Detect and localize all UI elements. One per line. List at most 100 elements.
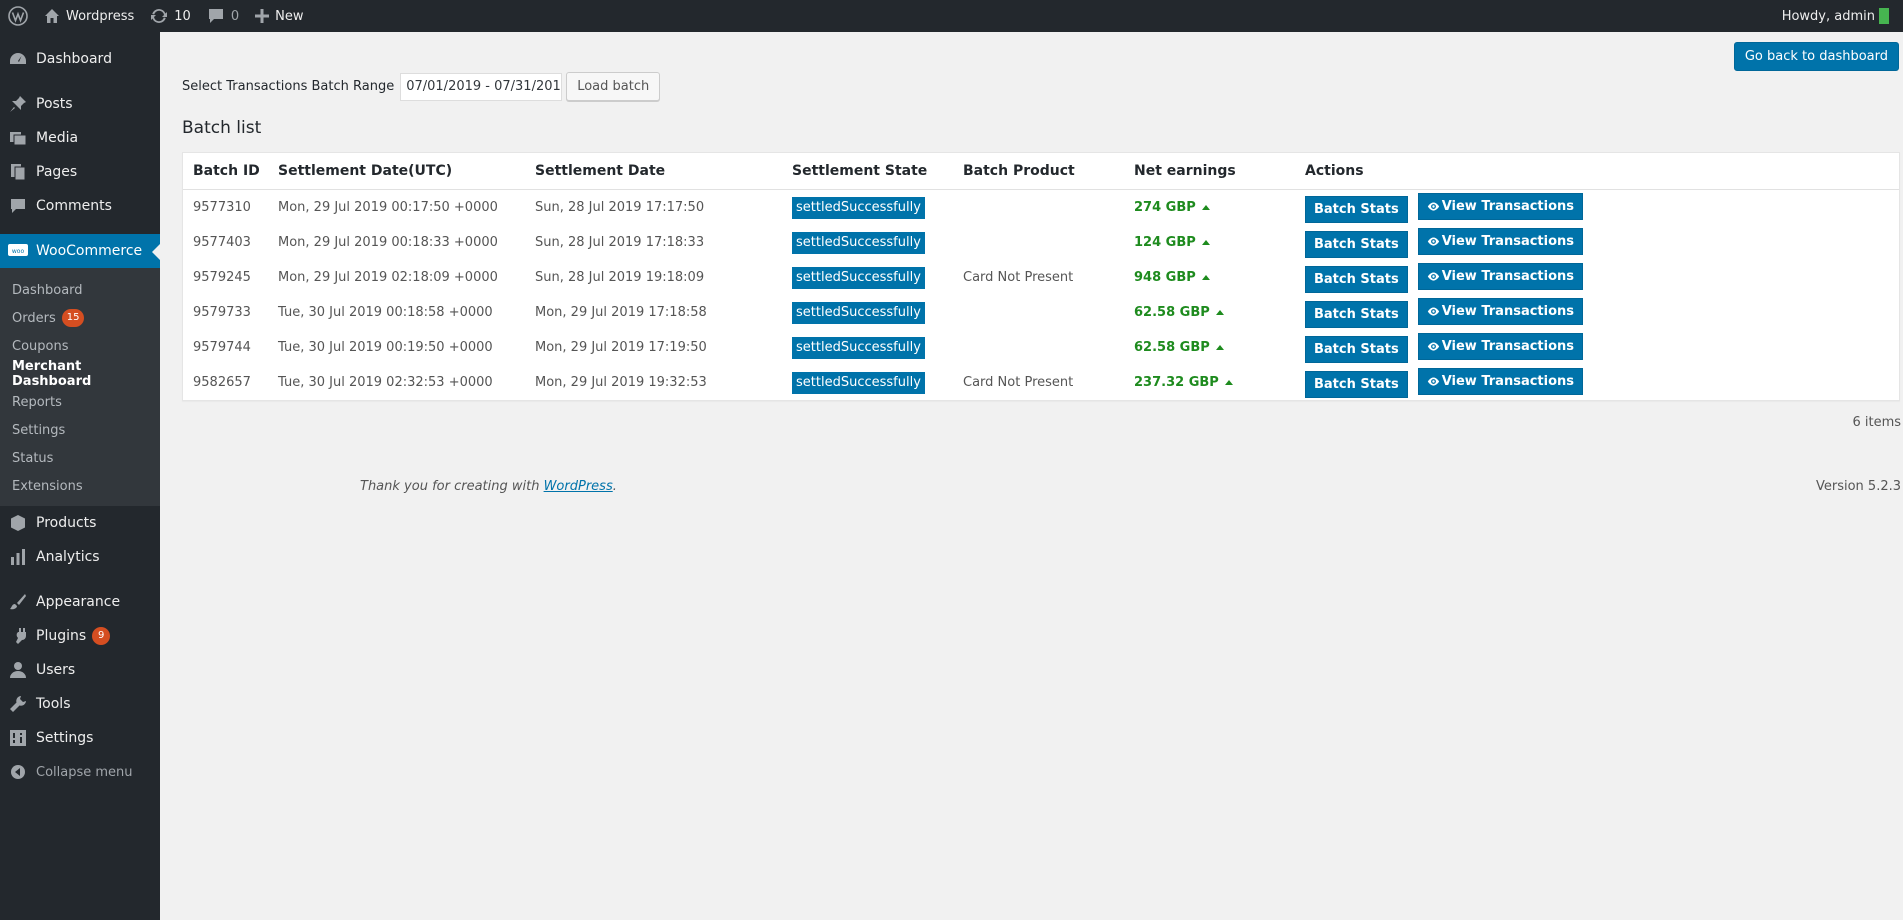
submenu-item-orders[interactable]: Orders 15 bbox=[0, 304, 160, 332]
svg-text:woo: woo bbox=[12, 248, 25, 255]
sidebar-item-analytics[interactable]: Analytics bbox=[0, 540, 160, 574]
sidebar-item-pages[interactable]: Pages bbox=[0, 155, 160, 189]
net-earnings-cell: 237.32 GBP bbox=[1124, 375, 1295, 390]
collapse-arrow-icon bbox=[8, 762, 28, 782]
howdy-text: Howdy, admin bbox=[1781, 8, 1875, 24]
sidebar-item-posts[interactable]: Posts bbox=[0, 87, 160, 121]
pushpin-icon bbox=[8, 94, 28, 114]
net-earnings-value: 237.32 GBP bbox=[1134, 375, 1219, 390]
view-transactions-label: View Transactions bbox=[1441, 338, 1575, 354]
settings-sliders-icon bbox=[8, 728, 28, 748]
items-count: 6 items bbox=[1852, 415, 1901, 430]
view-transactions-button[interactable]: View Transactions bbox=[1417, 227, 1584, 255]
sidebar-item-appearance[interactable]: Appearance bbox=[0, 585, 160, 619]
sidebar-item-label: Plugins bbox=[36, 628, 87, 644]
net-earnings: 62.58 GBP bbox=[1134, 305, 1224, 320]
batch-stats-button[interactable]: Batch Stats bbox=[1305, 335, 1408, 363]
eye-icon bbox=[1427, 200, 1442, 213]
sidebar-item-comments[interactable]: Comments bbox=[0, 189, 160, 223]
batch-stats-button[interactable]: Batch Stats bbox=[1305, 230, 1408, 258]
net-earnings-value: 274 GBP bbox=[1134, 200, 1196, 215]
products-box-icon bbox=[8, 513, 28, 533]
collapse-menu-button[interactable]: Collapse menu bbox=[0, 755, 160, 789]
go-back-dashboard-button[interactable]: Go back to dashboard bbox=[1733, 42, 1899, 71]
admin-sidebar: Dashboard Posts Media Pages Comments woo… bbox=[0, 32, 160, 920]
account-menu[interactable]: Howdy, admin bbox=[1774, 0, 1903, 32]
sidebar-item-label: WooCommerce bbox=[36, 243, 143, 259]
sidebar-item-settings[interactable]: Settings bbox=[0, 721, 160, 755]
sidebar-item-media[interactable]: Media bbox=[0, 121, 160, 155]
actions-cell: Batch Stats View Transactions bbox=[1295, 192, 1899, 223]
dashboard-gauge-icon bbox=[8, 49, 28, 69]
submenu-item-label: Orders bbox=[12, 310, 56, 326]
settlement-date: Mon, 29 Jul 2019 19:32:53 bbox=[535, 375, 707, 390]
sidebar-item-plugins[interactable]: Plugins 9 bbox=[0, 619, 160, 653]
submenu-item-status[interactable]: Status bbox=[0, 444, 160, 472]
plugin-icon bbox=[8, 626, 28, 646]
view-transactions-button[interactable]: View Transactions bbox=[1417, 332, 1584, 360]
wordpress-link[interactable]: WordPress bbox=[544, 479, 613, 494]
sidebar-item-woocommerce[interactable]: woo WooCommerce bbox=[0, 234, 160, 268]
caret-up-icon bbox=[1215, 345, 1224, 350]
eye-icon bbox=[1427, 270, 1442, 283]
submenu-item-settings[interactable]: Settings bbox=[0, 416, 160, 444]
load-batch-button[interactable]: Load batch bbox=[566, 72, 661, 101]
submenu-item-coupons[interactable]: Coupons bbox=[0, 332, 160, 360]
sidebar-item-products[interactable]: Products bbox=[0, 506, 160, 540]
settlement-state-badge: settledSuccessfully bbox=[792, 371, 925, 394]
submenu-item-dashboard[interactable]: Dashboard bbox=[0, 276, 160, 304]
comment-bubble-icon bbox=[8, 196, 28, 216]
batch-stats-button[interactable]: Batch Stats bbox=[1305, 370, 1408, 398]
batch-stats-button[interactable]: Batch Stats bbox=[1305, 195, 1408, 223]
view-transactions-button[interactable]: View Transactions bbox=[1417, 297, 1584, 325]
sidebar-item-dashboard[interactable]: Dashboard bbox=[0, 42, 160, 76]
batch-stats-button[interactable]: Batch Stats bbox=[1305, 265, 1408, 293]
column-header: Batch ID bbox=[193, 163, 260, 179]
footer-thanks-prefix: Thank you for creating with bbox=[360, 479, 544, 494]
view-transactions-button[interactable]: View Transactions bbox=[1417, 192, 1584, 220]
settlement-date-utc: Mon, 29 Jul 2019 00:17:50 +0000 bbox=[278, 200, 498, 215]
plus-icon bbox=[255, 9, 270, 23]
home-icon bbox=[44, 8, 60, 24]
user-icon bbox=[8, 660, 28, 680]
submenu-item-extensions[interactable]: Extensions bbox=[0, 472, 160, 500]
new-content-link[interactable]: New bbox=[247, 0, 311, 32]
submenu-item-reports[interactable]: Reports bbox=[0, 388, 160, 416]
submenu-item-merchant-dashboard[interactable]: Merchant Dashboard bbox=[0, 359, 160, 389]
net-earnings-cell: 62.58 GBP bbox=[1124, 305, 1295, 320]
batch-id: 9577310 bbox=[193, 200, 251, 215]
batch-id: 9579733 bbox=[193, 305, 251, 320]
column-header: Batch Product bbox=[963, 163, 1075, 179]
actions-cell: Batch Stats View Transactions bbox=[1295, 332, 1899, 363]
orders-count-badge: 15 bbox=[61, 309, 85, 327]
batch-range-input[interactable]: 07/01/2019 - 07/31/2019 bbox=[400, 72, 563, 101]
actions-cell: Batch Stats View Transactions bbox=[1295, 262, 1899, 293]
footer-version: Version 5.2.3 bbox=[1815, 479, 1901, 494]
media-icon bbox=[8, 128, 28, 148]
table-row: 9579245 Mon, 29 Jul 2019 02:18:09 +0000 Su… bbox=[183, 260, 1899, 295]
wordpress-logo-icon[interactable] bbox=[0, 0, 36, 32]
updates-link[interactable]: 10 bbox=[142, 0, 199, 32]
sidebar-item-label: Users bbox=[36, 662, 76, 678]
sidebar-item-tools[interactable]: Tools bbox=[0, 687, 160, 721]
settlement-state-cell: settledSuccessfully bbox=[782, 231, 953, 254]
batch-id: 9579245 bbox=[193, 270, 251, 285]
eye-icon bbox=[1427, 305, 1442, 318]
sidebar-item-users[interactable]: Users bbox=[0, 653, 160, 687]
sidebar-item-label: Comments bbox=[36, 198, 112, 214]
comments-link[interactable]: 0 bbox=[199, 0, 247, 32]
site-name-link[interactable]: Wordpress bbox=[36, 0, 142, 32]
view-transactions-label: View Transactions bbox=[1441, 303, 1575, 319]
net-earnings: 948 GBP bbox=[1134, 270, 1210, 285]
view-transactions-button[interactable]: View Transactions bbox=[1417, 367, 1584, 395]
comments-count: 0 bbox=[230, 8, 240, 24]
eye-icon bbox=[1427, 375, 1442, 388]
batch-stats-button[interactable]: Batch Stats bbox=[1305, 300, 1408, 328]
paintbrush-icon bbox=[8, 592, 28, 612]
net-earnings: 274 GBP bbox=[1134, 200, 1210, 215]
table-row: 9582657 Tue, 30 Jul 2019 02:32:53 +0000 Mo… bbox=[183, 365, 1899, 400]
net-earnings-value: 948 GBP bbox=[1134, 270, 1196, 285]
caret-up-icon bbox=[1201, 240, 1210, 245]
batch-id: 9577403 bbox=[193, 235, 251, 250]
view-transactions-button[interactable]: View Transactions bbox=[1417, 262, 1584, 290]
